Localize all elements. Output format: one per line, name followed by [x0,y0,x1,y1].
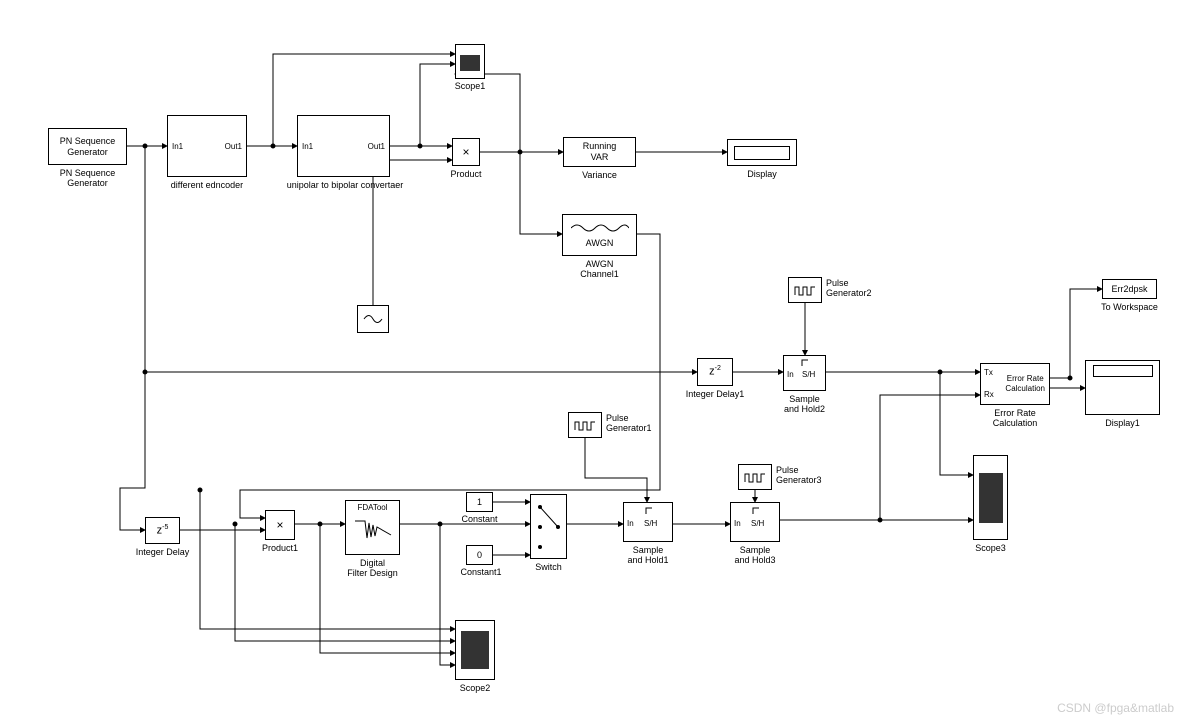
product-block[interactable]: × [452,138,480,166]
display-label: Display [727,169,797,179]
errcalc-label: Error Rate Calculation [975,408,1055,428]
scope-screen-icon [460,55,480,71]
constant1-block[interactable]: 1 [466,492,493,512]
product-symbol: × [462,145,469,159]
different-encoder-block[interactable]: In1 Out1 [167,115,247,177]
const2-label: Constant1 [456,567,506,577]
display-block[interactable] [727,139,797,166]
port-in: In1 [172,142,183,152]
constant0-block[interactable]: 0 [466,545,493,565]
z-symbol: z-2 [709,365,721,379]
display-field [734,146,790,160]
sh1-label: Sample and Hold1 [613,545,683,565]
const1-label: Constant [456,514,503,524]
scope1-block[interactable] [455,44,485,79]
z-exp: -5 [162,524,168,531]
diff-enc-label: different edncoder [147,180,267,190]
const2-val: 0 [477,550,482,561]
rx-port: Rx [984,390,994,400]
sine-source-block[interactable] [357,305,389,333]
tows-label: To Workspace [1092,302,1167,312]
running-var-text: Running VAR [583,141,617,163]
sh-in: In [627,519,634,529]
scope3-label: Scope3 [963,543,1018,553]
pulse-icon [793,283,817,297]
tows-text: Err2dpsk [1111,284,1147,295]
integer-delay-label: Integer Delay [125,547,200,557]
pulse2-label: Pulse Generator2 [826,278,886,298]
display1-field [1093,365,1153,377]
switch-icon [534,499,564,554]
pulse-icon [743,470,767,484]
scope2-block[interactable] [455,620,495,680]
awgn-waveform-icon [571,222,629,234]
fdatool-text: FDATool [357,503,387,513]
awgn-text: AWGN [586,238,614,249]
pn-seq-label: PN Sequence Generator [48,168,127,188]
sh-in: In [787,370,794,380]
display1-block[interactable] [1085,360,1160,415]
display1-label: Display1 [1085,418,1160,428]
pulse3-label: Pulse Generator3 [776,465,836,485]
z-symbol: z-5 [157,524,169,538]
integer-delay-block[interactable]: z-5 [145,517,180,544]
product1-label: Product1 [255,543,305,553]
watermark: CSDN @fpga&matlab [1057,701,1174,715]
product1-block[interactable]: × [265,510,295,540]
sh-sh: S/H [802,370,815,380]
sh-sh: S/H [751,519,764,529]
scope-screen-icon [979,473,1003,523]
sh-sh: S/H [644,519,657,529]
edge-icon [800,358,810,368]
switch-block[interactable] [530,494,567,559]
sine-icon [362,310,384,328]
scope1-label: Scope1 [445,81,495,91]
awgn-label: AWGN Channel1 [562,259,637,279]
integer-delay1-block[interactable]: z-2 [697,358,733,386]
filter-response-icon [353,513,393,543]
product1-symbol: × [276,518,283,532]
sh-in: In [734,519,741,529]
scope2-label: Scope2 [450,683,500,693]
sample-hold2-block[interactable]: In S/H [783,355,826,391]
switch-label: Switch [525,562,572,572]
pulse-icon [573,418,597,432]
awgn-block[interactable]: AWGN [562,214,637,256]
port-out: Out1 [368,142,385,152]
integer-delay1-label: Integer Delay1 [677,389,753,399]
pulse-generator3-block[interactable] [738,464,772,490]
edge-icon [751,506,761,516]
scope3-block[interactable] [973,455,1008,540]
tx-port: Tx [984,368,993,378]
port-out: Out1 [225,142,242,152]
unibip-label: unipolar to bipolar convertaer [270,180,420,190]
pn-sequence-generator-block[interactable]: PN Sequence Generator [48,128,127,165]
fdatool-label: Digital Filter Design [335,558,410,578]
to-workspace-block[interactable]: Err2dpsk [1102,279,1157,299]
sh3-label: Sample and Hold3 [720,545,790,565]
error-rate-calc-block[interactable]: Tx Rx Error Rate Calculation [980,363,1050,405]
errcalc-text: Error Rate Calculation [1005,374,1045,393]
running-var-label: Variance [563,170,636,180]
sample-hold1-block[interactable]: In S/H [623,502,673,542]
z-exp: -2 [715,365,721,372]
sample-hold3-block[interactable]: In S/H [730,502,780,542]
pulse-generator2-block[interactable] [788,277,822,303]
product-label: Product [442,169,490,179]
unipolar-bipolar-block[interactable]: In1 Out1 [297,115,390,177]
pn-seq-text: PN Sequence Generator [60,136,116,158]
running-var-block[interactable]: Running VAR [563,137,636,167]
edge-icon [644,506,654,516]
scope-screen-icon [461,631,489,669]
const1-val: 1 [477,497,482,508]
fdatool-block[interactable]: FDATool [345,500,400,555]
pulse1-label: Pulse Generator1 [606,413,666,433]
pulse-generator1-block[interactable] [568,412,602,438]
sh2-label: Sample and Hold2 [773,394,836,414]
port-in: In1 [302,142,313,152]
